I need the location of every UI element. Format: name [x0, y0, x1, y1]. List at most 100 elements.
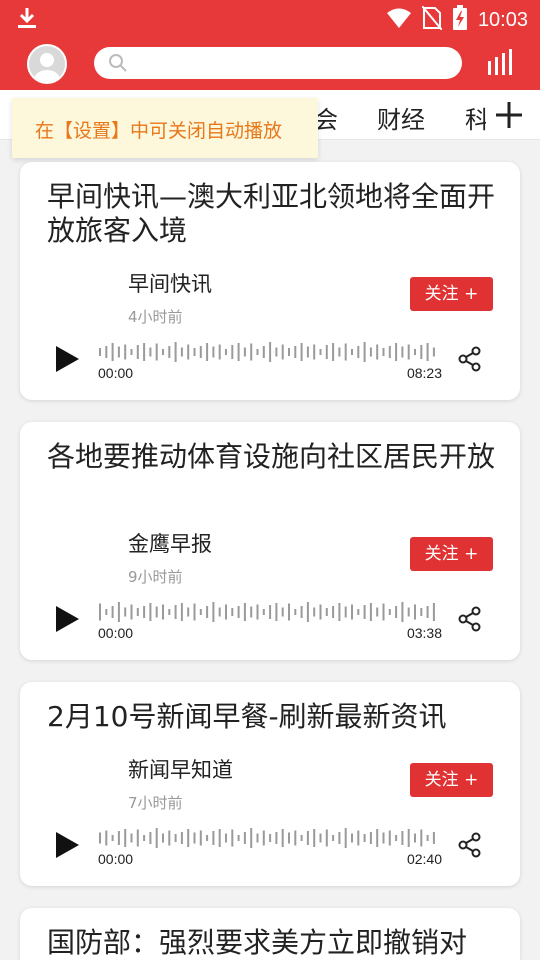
waveform-bar	[180, 347, 183, 357]
waveform-icon[interactable]	[98, 342, 438, 362]
tab-tech[interactable]: 科	[465, 100, 486, 135]
waveform-bar	[262, 830, 265, 846]
waveform-bar	[376, 829, 379, 847]
autoplay-tooltip: 在【设置】中可关闭自动播放	[12, 98, 318, 158]
author-name[interactable]: 金鹰早报	[128, 528, 212, 558]
news-card[interactable]: 2月10号新闻早餐-刷新最新资讯 新闻早知道 7小时前 关注 + 00:00 0…	[20, 682, 520, 886]
waveform-bar	[262, 346, 265, 358]
status-time: 10:03	[477, 8, 528, 31]
waveform-bar	[388, 609, 391, 615]
waveform-bar	[426, 343, 429, 361]
waveform-bar	[243, 832, 246, 844]
audio-bars-icon[interactable]	[486, 48, 516, 80]
waveform-bar	[401, 346, 404, 358]
waveform-bar	[99, 832, 101, 844]
waveform-bar	[275, 603, 278, 621]
waveform-bar	[174, 834, 177, 842]
wifi-icon	[386, 7, 412, 33]
news-card[interactable]: 国防部：强烈要求美方立即撤销对	[20, 908, 520, 960]
publish-time: 9小时前	[128, 568, 183, 586]
share-icon[interactable]	[458, 606, 482, 636]
waveform-bar	[401, 602, 404, 622]
play-icon[interactable]	[54, 605, 80, 637]
waveform-bar	[105, 346, 108, 358]
waveform-bar	[432, 832, 435, 844]
waveform-bar	[407, 607, 410, 617]
waveform-bar	[420, 829, 423, 847]
share-icon[interactable]	[458, 832, 482, 862]
news-title[interactable]: 早间快讯—澳大利亚北领地将全面开放旅客入境	[47, 180, 497, 248]
author-name[interactable]: 早间快讯	[128, 268, 212, 298]
search-input[interactable]	[94, 47, 462, 79]
play-icon[interactable]	[54, 831, 80, 863]
app-header	[0, 36, 540, 90]
follow-button[interactable]: 关注 +	[410, 763, 493, 797]
follow-button[interactable]: 关注 +	[410, 537, 493, 571]
waveform-bar	[319, 604, 322, 620]
waveform-bar	[325, 608, 328, 616]
avatar[interactable]	[27, 44, 67, 84]
waveform-bar	[117, 831, 120, 845]
waveform-bar	[124, 607, 127, 617]
tooltip-text: 在【设置】中可关闭自动播放	[35, 120, 283, 142]
publish-time: 7小时前	[128, 794, 183, 812]
waveform-bar	[294, 346, 297, 358]
waveform-bar	[212, 831, 215, 845]
waveform-bar	[420, 608, 423, 616]
waveform-bar	[281, 607, 284, 617]
waveform-bar	[206, 835, 209, 841]
author-name[interactable]: 新闻早知道	[128, 754, 233, 784]
waveform-bar	[180, 832, 183, 844]
track-duration: 02:40	[406, 851, 442, 867]
waveform-bar	[243, 347, 246, 357]
waveform-bar	[388, 830, 391, 846]
waveform-bar	[162, 833, 164, 843]
waveform-icon[interactable]	[98, 828, 438, 848]
news-card[interactable]: 早间快讯—澳大利亚北领地将全面开放旅客入境 早间快讯 4小时前 关注 + 00:…	[20, 162, 520, 400]
waveform-bar	[130, 833, 133, 843]
waveform-bar	[231, 608, 234, 616]
waveform-bar	[206, 343, 209, 361]
waveform-bar	[174, 605, 177, 619]
waveform-bar	[300, 606, 303, 618]
waveform-bar	[237, 343, 240, 361]
waveform-bar	[256, 604, 259, 620]
waveform-bar	[225, 604, 227, 620]
waveform-icon[interactable]	[98, 602, 438, 622]
waveform-bar	[395, 606, 398, 618]
play-icon[interactable]	[54, 345, 80, 377]
waveform-bar	[319, 349, 322, 355]
news-title[interactable]: 国防部：强烈要求美方立即撤销对	[47, 926, 497, 960]
waveform-bar	[344, 606, 347, 618]
news-card[interactable]: 各地要推动体育设施向社区居民开放 金鹰早报 9小时前 关注 + 00:00 03…	[20, 422, 520, 660]
tab-finance[interactable]: 财经	[377, 100, 425, 135]
news-title[interactable]: 2月10号新闻早餐-刷新最新资讯	[47, 700, 497, 734]
waveform-bar	[250, 606, 253, 618]
waveform-bar	[288, 832, 290, 844]
waveform-bar	[269, 834, 272, 842]
waveform-bar	[407, 344, 410, 360]
waveform-bar	[250, 343, 253, 361]
waveform-bar	[168, 830, 171, 846]
waveform-bar	[250, 828, 253, 848]
waveform-bar	[111, 606, 114, 618]
follow-button[interactable]: 关注 +	[410, 277, 493, 311]
waveform-bar	[149, 832, 152, 844]
waveform-bar	[332, 835, 335, 841]
waveform-bar	[313, 344, 316, 360]
waveform-bar	[432, 347, 435, 357]
plus-icon[interactable]	[494, 100, 524, 130]
share-icon[interactable]	[458, 346, 482, 376]
battery-icon	[452, 5, 468, 35]
playback-position: 00:00	[98, 625, 134, 641]
waveform-bar	[193, 348, 196, 356]
news-title[interactable]: 各地要推动体育设施向社区居民开放	[47, 440, 497, 474]
waveform-bar	[218, 344, 221, 360]
waveform-bar	[338, 347, 341, 357]
waveform-bar	[344, 343, 347, 361]
avatar-icon	[34, 53, 60, 82]
track-duration: 03:38	[406, 625, 442, 641]
waveform-bar	[206, 606, 209, 618]
waveform-bar	[180, 603, 183, 621]
waveform-bar	[319, 833, 322, 843]
